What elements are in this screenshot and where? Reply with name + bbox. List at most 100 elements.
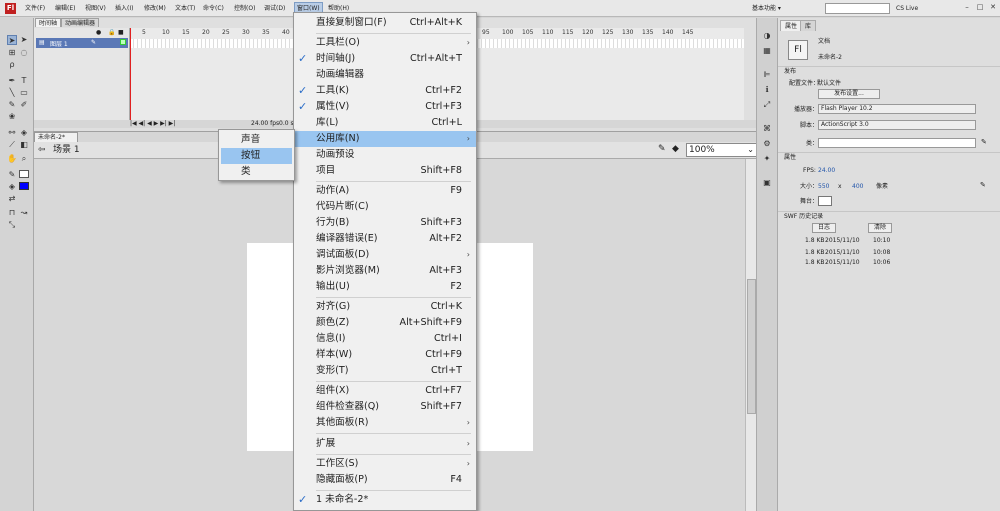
smooth-icon[interactable]: ↝	[19, 208, 29, 218]
menu-item-debug-panels[interactable]: 调试面板(D) ›	[294, 247, 476, 263]
line-tool-icon[interactable]: ╲	[7, 88, 17, 98]
menu-item-workspace[interactable]: 工作区(S) ›	[294, 456, 476, 472]
zoom-tool-icon[interactable]: ⌕	[19, 154, 29, 164]
menu-commands[interactable]: 命令(C)	[203, 3, 224, 14]
edit-scene-icon[interactable]: ✎	[658, 144, 666, 154]
pencil-icon[interactable]: ✎	[981, 138, 987, 146]
motion-presets-icon[interactable]: ✦	[762, 154, 772, 164]
code-snippets-icon[interactable]: ⌘	[762, 124, 772, 134]
help-search-input[interactable]	[825, 3, 890, 14]
close-icon[interactable]: ✕	[988, 2, 998, 12]
swatches-panel-icon[interactable]: ▦	[762, 46, 772, 56]
menu-item-compiler-errors[interactable]: 编译器错误(E) Alt+F2	[294, 231, 476, 247]
straighten-icon[interactable]: ⤡	[7, 220, 17, 230]
pencil-tool-icon[interactable]: ✎	[7, 100, 17, 110]
edit-document-icon[interactable]: ✎	[980, 181, 986, 189]
project-panel-icon[interactable]: ▣	[762, 178, 772, 188]
menu-item-properties[interactable]: ✓ 属性(V) Ctrl+F3	[294, 99, 476, 115]
align-panel-icon[interactable]: ⊫	[762, 70, 772, 80]
height-value[interactable]: 400	[852, 183, 863, 191]
menu-item-open-document[interactable]: ✓ 1 未命名-2*	[294, 492, 476, 508]
free-transform-tool-icon[interactable]: ⊞	[7, 48, 17, 58]
workspace-switcher[interactable]: 基本功能 ▾	[752, 3, 781, 14]
maximize-icon[interactable]: □	[975, 2, 985, 12]
tab-properties[interactable]: 属性	[780, 20, 803, 31]
minimize-icon[interactable]: –	[962, 2, 972, 12]
color-panel-icon[interactable]: ◑	[762, 31, 772, 41]
zoom-select[interactable]: 100% ⌄	[686, 143, 758, 157]
lasso-tool-icon[interactable]: ρ	[7, 60, 17, 70]
bone-tool-icon[interactable]: ⚯	[7, 128, 17, 138]
lock-icon[interactable]: 🔒	[108, 29, 115, 36]
playback-controls[interactable]: |◀ ◀| ◀ ▶ ▶| ▶|	[130, 120, 175, 127]
menu-item-toolbars[interactable]: 工具栏(O) ›	[294, 35, 476, 51]
swap-colors-icon[interactable]: ⇄	[7, 194, 17, 204]
menu-item-motion-editor[interactable]: 动画编辑器	[294, 67, 476, 83]
subselection-tool-icon[interactable]: ➤	[19, 35, 29, 45]
menu-item-other-panels[interactable]: 其他面板(R) ›	[294, 415, 476, 431]
eye-icon[interactable]: ●	[96, 29, 101, 36]
class-input[interactable]	[818, 138, 976, 148]
menu-item-component-inspector[interactable]: 组件检查器(Q) Shift+F7	[294, 399, 476, 415]
document-tab[interactable]: 未命名-2*	[34, 132, 78, 142]
clear-button[interactable]: 清除	[868, 223, 892, 233]
back-arrow-icon[interactable]: ⇦	[38, 145, 46, 155]
fill-color-swatch[interactable]	[19, 182, 29, 190]
tab-motion-editor[interactable]: 动画编辑器	[61, 18, 100, 27]
fill-color-icon[interactable]: ◈	[7, 182, 17, 192]
menu-item-swatches[interactable]: 样本(W) Ctrl+F9	[294, 347, 476, 363]
playhead[interactable]	[130, 28, 131, 126]
scene-label[interactable]: 场景 1	[53, 145, 80, 156]
menu-view[interactable]: 视图(V)	[85, 3, 106, 14]
layer-row[interactable]: ▤ 图层 1 ✎	[36, 38, 128, 48]
width-value[interactable]: 550	[818, 183, 829, 191]
menu-item-align[interactable]: 对齐(G) Ctrl+K	[294, 299, 476, 315]
menu-item-transform[interactable]: 变形(T) Ctrl+T	[294, 363, 476, 379]
section-swf-history[interactable]: SWF 历史记录	[778, 211, 1000, 220]
pen-tool-icon[interactable]: ✒	[7, 76, 17, 86]
menu-item-movie-explorer[interactable]: 影片浏览器(M) Alt+F3	[294, 263, 476, 279]
document-name[interactable]: 未命名-2	[818, 54, 842, 62]
player-select[interactable]: Flash Player 10.2	[818, 104, 976, 114]
menu-item-behaviors[interactable]: 行为(B) Shift+F3	[294, 215, 476, 231]
3d-rotation-tool-icon[interactable]: ◌	[19, 48, 29, 58]
menu-item-actions[interactable]: 动作(A) F9	[294, 183, 476, 199]
hand-tool-icon[interactable]: ✋	[7, 154, 17, 164]
eraser-tool-icon[interactable]: ◧	[19, 140, 29, 150]
menu-item-code-snippets[interactable]: 代码片断(C)	[294, 199, 476, 215]
text-tool-icon[interactable]: T	[19, 76, 29, 86]
menu-edit[interactable]: 编辑(E)	[55, 3, 75, 14]
menu-item-components[interactable]: 组件(X) Ctrl+F7	[294, 383, 476, 399]
log-button[interactable]: 日志	[812, 223, 836, 233]
stroke-color-icon[interactable]: ✎	[7, 170, 17, 180]
menu-text[interactable]: 文本(T)	[175, 3, 195, 14]
menu-item-duplicate-window[interactable]: 直接复制窗口(F) Ctrl+Alt+K	[294, 15, 476, 31]
menu-item-info[interactable]: 信息(I) Ctrl+I	[294, 331, 476, 347]
outline-icon[interactable]: ■	[118, 29, 124, 36]
menu-item-common-libraries[interactable]: 公用库(N) ›	[294, 131, 476, 147]
components-panel-icon[interactable]: ⚙	[762, 139, 772, 149]
menu-item-library[interactable]: 库(L) Ctrl+L	[294, 115, 476, 131]
section-properties[interactable]: 属性	[778, 152, 1000, 161]
vertical-scrollbar[interactable]	[745, 159, 756, 511]
eyedropper-tool-icon[interactable]: ⟋	[7, 140, 17, 150]
info-panel-icon[interactable]: ℹ	[762, 85, 772, 95]
menu-item-tools[interactable]: ✓ 工具(K) Ctrl+F2	[294, 83, 476, 99]
menu-item-output[interactable]: 输出(U) F2	[294, 279, 476, 295]
publish-settings-button[interactable]: 发布设置...	[818, 89, 880, 99]
stroke-color-swatch[interactable]	[19, 170, 29, 178]
menu-control[interactable]: 控制(O)	[234, 3, 255, 14]
tab-library[interactable]: 库	[800, 20, 817, 31]
fps-value[interactable]: 24.00	[818, 167, 835, 175]
menu-item-motion-presets[interactable]: 动画预设	[294, 147, 476, 163]
edit-symbol-icon[interactable]: ◆	[672, 144, 679, 154]
brush-tool-icon[interactable]: ✐	[19, 100, 29, 110]
menu-insert[interactable]: 插入(I)	[115, 3, 133, 14]
menu-item-timeline[interactable]: ✓ 时间轴(J) Ctrl+Alt+T	[294, 51, 476, 67]
menu-modify[interactable]: 修改(M)	[144, 3, 166, 14]
cs-live-button[interactable]: CS Live	[896, 3, 918, 14]
menu-debug[interactable]: 调试(D)	[264, 3, 285, 14]
selection-tool-icon[interactable]: ➤	[7, 35, 17, 45]
menu-file[interactable]: 文件(F)	[25, 3, 45, 14]
transform-panel-icon[interactable]: ⤢	[762, 100, 772, 110]
